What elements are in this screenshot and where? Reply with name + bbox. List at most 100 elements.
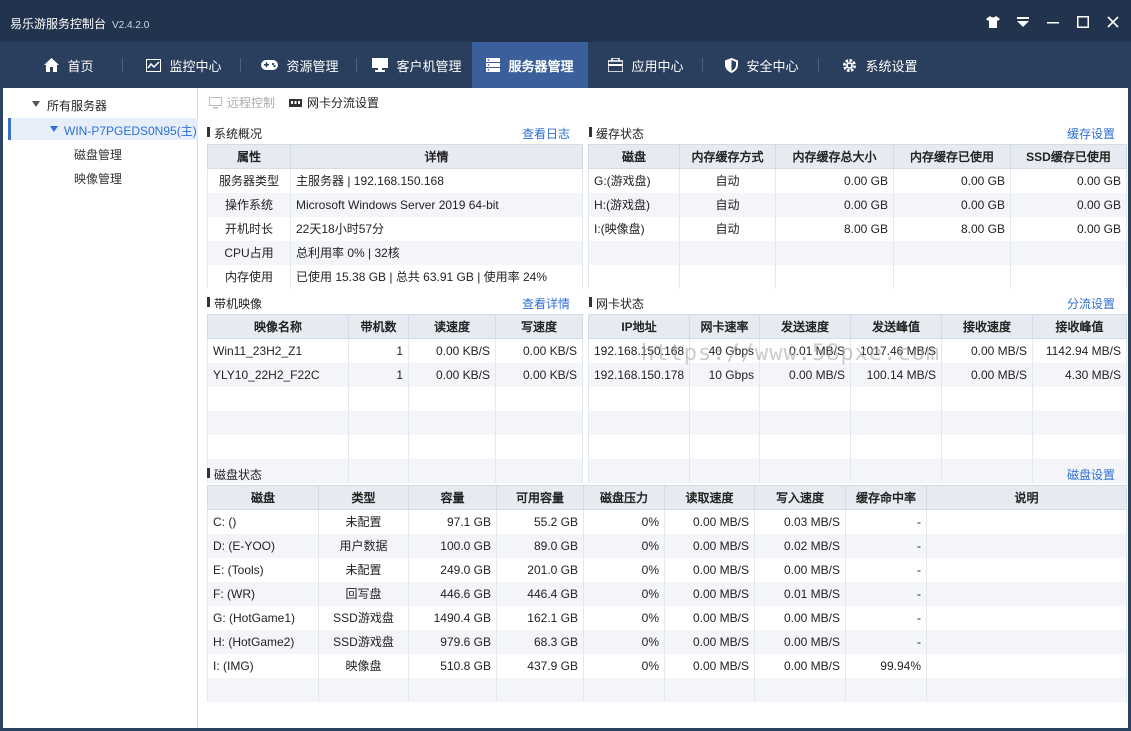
table-cell: [689, 410, 760, 435]
close-icon[interactable]: [1103, 12, 1123, 32]
column-header[interactable]: 可用容量: [496, 485, 584, 510]
table-row[interactable]: G: (HotGame1) SSD游戏盘 1490.4 GB 162.1 GB 0% 0.…: [207, 605, 1127, 630]
dropdown-icon[interactable]: [1013, 12, 1033, 32]
table-cell: 8.00 GB: [775, 216, 894, 241]
tree-item-server[interactable]: WIN-P7PGEDS0N95(主): [8, 118, 198, 140]
table-cell: [926, 533, 1127, 558]
table-row[interactable]: 开机时长 22天18小时57分: [207, 216, 583, 241]
column-header[interactable]: 内存缓存总大小: [775, 144, 894, 169]
tab-server-management[interactable]: 服务器管理: [472, 42, 588, 88]
cache-settings-link[interactable]: 缓存设置: [1067, 125, 1115, 142]
table-cell: [495, 386, 583, 411]
table-cell: H:(游戏盘): [588, 192, 680, 217]
column-header[interactable]: 内存缓存方式: [679, 144, 776, 169]
column-header[interactable]: 类型: [318, 485, 409, 510]
table-cell: [207, 434, 349, 459]
remote-control-button[interactable]: 远程控制: [209, 94, 275, 111]
table-cell: [679, 264, 776, 289]
column-header[interactable]: 发送峰值: [850, 314, 942, 339]
column-header[interactable]: 写速度: [495, 314, 583, 339]
column-header[interactable]: 映像名称: [207, 314, 349, 339]
table-row[interactable]: 192.168.150.178 10 Gbps 0.00 MB/S 100.14 MB…: [588, 362, 1127, 387]
tab-monitor[interactable]: 监控中心: [136, 42, 232, 88]
disk-title: 磁盘状态: [207, 466, 262, 483]
table-cell: 0.01 MB/S: [759, 338, 851, 363]
table-row[interactable]: YLY10_22H2_F22C 1 0.00 KB/S 0.00 KB/S: [207, 362, 583, 387]
table-row[interactable]: H:(游戏盘) 自动 0.00 GB 0.00 GB 0.00 GB: [588, 192, 1127, 217]
view-log-link[interactable]: 查看日志: [522, 125, 570, 142]
column-header[interactable]: 带机数: [348, 314, 409, 339]
tab-resources[interactable]: 资源管理: [250, 42, 350, 88]
column-header[interactable]: 发送速度: [759, 314, 851, 339]
table-row[interactable]: D: (E-YOO) 用户数据 100.0 GB 89.0 GB 0% 0.00 MB/S…: [207, 533, 1127, 558]
table-row[interactable]: F: (WR) 回写盘 446.6 GB 446.4 GB 0% 0.00 MB/S 0.0…: [207, 581, 1127, 606]
table-row[interactable]: I:(映像盘) 自动 8.00 GB 8.00 GB 0.00 GB: [588, 216, 1127, 241]
nic-icon: [289, 98, 302, 107]
table-cell: [1032, 410, 1127, 435]
tab-app-center[interactable]: 应用中心: [598, 42, 694, 88]
table-row[interactable]: 服务器类型 主服务器 | 192.168.150.168: [207, 168, 583, 193]
table-row[interactable]: Win11_23H2_Z1 1 0.00 KB/S 0.00 KB/S: [207, 338, 583, 363]
column-header[interactable]: IP地址: [588, 314, 690, 339]
maximize-icon[interactable]: [1073, 12, 1093, 32]
table-row[interactable]: CPU占用 总利用率 0% | 32核: [207, 240, 583, 265]
empty-row: [207, 434, 583, 459]
table-row[interactable]: 192.168.150.168 40 Gbps 0.01 MB/S 1017.46 M…: [588, 338, 1127, 363]
tab-clients[interactable]: 客户机管理: [362, 42, 472, 88]
table-cell: 0.00 KB/S: [408, 362, 496, 387]
table-row[interactable]: E: (Tools) 未配置 249.0 GB 201.0 GB 0% 0.00 MB/S…: [207, 557, 1127, 582]
disk-table: 磁盘 类型 容量 可用容量 磁盘压力 读取速度 写入速度 缓存命中率 说明 C: () 未配置 97.…: [207, 485, 1127, 702]
disk-settings-link[interactable]: 磁盘设置: [1067, 466, 1115, 483]
column-header[interactable]: 接收速度: [941, 314, 1033, 339]
table-row[interactable]: I: (IMG) 映像盘 510.8 GB 437.9 GB 0% 0.00 MB/S 0.…: [207, 653, 1127, 678]
column-header[interactable]: 缓存命中率: [845, 485, 927, 510]
column-header[interactable]: 容量: [408, 485, 497, 510]
view-details-link[interactable]: 查看详情: [522, 295, 570, 312]
column-header[interactable]: 写入速度: [754, 485, 846, 510]
column-header[interactable]: 说明: [926, 485, 1127, 510]
tab-home[interactable]: 首页: [30, 42, 108, 88]
skin-icon[interactable]: [983, 12, 1003, 32]
column-header[interactable]: 网卡速率: [689, 314, 760, 339]
table-cell: [850, 386, 942, 411]
column-header[interactable]: 内存缓存已使用: [893, 144, 1011, 169]
table-row[interactable]: C: () 未配置 97.1 GB 55.2 GB 0% 0.00 MB/S 0.03 MB…: [207, 509, 1127, 534]
table-cell: 服务器类型: [207, 168, 291, 193]
split-settings-link[interactable]: 分流设置: [1067, 295, 1115, 312]
column-header[interactable]: 接收峰值: [1032, 314, 1127, 339]
tree-item-disk-management[interactable]: 磁盘管理: [74, 146, 122, 163]
tab-security[interactable]: 安全中心: [714, 42, 810, 88]
table-row[interactable]: H: (HotGame2) SSD游戏盘 979.6 GB 68.3 GB 0% 0.00…: [207, 629, 1127, 654]
column-header[interactable]: 属性: [207, 144, 291, 169]
table-cell: 0.03 MB/S: [754, 509, 846, 534]
nic-split-settings-button[interactable]: 网卡分流设置: [289, 94, 379, 111]
table-cell: 0.00 GB: [893, 192, 1011, 217]
column-header[interactable]: 磁盘压力: [583, 485, 665, 510]
table-cell: 用户数据: [318, 533, 409, 558]
table-cell: [759, 410, 851, 435]
expand-icon[interactable]: [32, 101, 40, 107]
table-cell: 0.00 GB: [775, 192, 894, 217]
tree-root-all-servers[interactable]: 所有服务器: [47, 97, 107, 114]
tab-settings[interactable]: 系统设置: [832, 42, 928, 88]
table-cell: [893, 240, 1011, 265]
table-cell: [759, 434, 851, 459]
column-header[interactable]: SSD缓存已使用: [1010, 144, 1127, 169]
expand-icon[interactable]: [50, 126, 58, 132]
tree-item-image-management[interactable]: 映像管理: [74, 170, 122, 187]
minimize-icon[interactable]: [1043, 12, 1063, 32]
column-header[interactable]: 读取速度: [664, 485, 755, 510]
table-cell: [495, 458, 583, 483]
table-cell: 162.1 GB: [496, 605, 584, 630]
table-row[interactable]: 内存使用 已使用 15.38 GB | 总共 63.91 GB | 使用率 24%: [207, 264, 583, 289]
column-header[interactable]: 详情: [290, 144, 583, 169]
server-tree: 所有服务器 WIN-P7PGEDS0N95(主) 磁盘管理 映像管理: [3, 88, 198, 728]
table-row[interactable]: 操作系统 Microsoft Windows Server 2019 64-bit: [207, 192, 583, 217]
column-header[interactable]: 磁盘: [207, 485, 319, 510]
column-header[interactable]: 读速度: [408, 314, 496, 339]
table-cell: 1490.4 GB: [408, 605, 497, 630]
column-header[interactable]: 磁盘: [588, 144, 680, 169]
table-cell: [926, 605, 1127, 630]
table-row[interactable]: G:(游戏盘) 自动 0.00 GB 0.00 GB 0.00 GB: [588, 168, 1127, 193]
content-area: 所有服务器 WIN-P7PGEDS0N95(主) 磁盘管理 映像管理 远程控制 …: [3, 88, 1128, 728]
